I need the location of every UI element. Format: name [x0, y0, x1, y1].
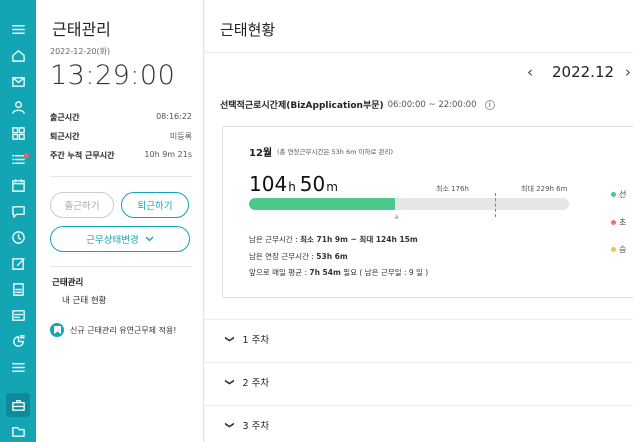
clock-in-time-row: 출근시간 08:16:22: [50, 112, 192, 123]
stat-value: 08:16:22: [156, 112, 192, 121]
minutes-unit: m: [326, 180, 338, 194]
clock-in-button[interactable]: 출근하기: [50, 192, 114, 218]
card-month: 12월: [249, 148, 273, 159]
remaining-label: 남은 근무시간 :: [249, 235, 298, 244]
chat-icon[interactable]: [9, 202, 27, 220]
min-hours-marker: [494, 193, 496, 217]
week-row-2[interactable]: ❯ 2 주차: [205, 362, 633, 400]
icon-rail: [0, 0, 36, 442]
form-icon[interactable]: [9, 306, 27, 324]
notice-text: 신규 근태관리 유연근무제 적용!: [70, 325, 177, 335]
edit-icon[interactable]: [9, 254, 27, 272]
chart-icon[interactable]: [9, 332, 27, 350]
home-icon[interactable]: [9, 46, 27, 64]
min-hours-label: 최소 176h: [436, 185, 469, 193]
card-month-note: (총 연장근무시간은 53h 6m 이하로 관리): [277, 148, 394, 156]
legend-label: 승: [619, 245, 627, 254]
grid-icon[interactable]: [9, 124, 27, 142]
monthly-summary-card: 12월 (총 연장근무시간은 53h 6m 이하로 관리) 104h 50m 최소…: [222, 126, 633, 298]
divider: [205, 52, 633, 53]
week-label: 3 주차: [242, 420, 270, 432]
notification-badge: [24, 153, 29, 158]
daily-value: 7h 54m: [309, 268, 341, 277]
briefcase-icon[interactable]: [6, 393, 30, 417]
work-policy: 선택적근로시간제(BizApplication부문) 06:00:00 ~ 22…: [220, 98, 495, 111]
chevron-down-icon: [145, 236, 154, 242]
max-hours-label: 최대 229h 6m: [521, 185, 568, 193]
info-icon[interactable]: i: [484, 99, 495, 110]
stat-label: 주간 누적 근무시간: [50, 151, 115, 160]
menu-item-my-attendance[interactable]: 내 근태 현황: [62, 294, 107, 306]
current-clock: 13:29:00: [50, 60, 176, 91]
weekly-total-row: 주간 누적 근무시간 10h 9m 21s: [50, 150, 192, 161]
legend-dot: [611, 192, 616, 197]
stat-label: 출근시간: [50, 113, 80, 122]
legend-dot: [611, 220, 616, 225]
worked-hours: 104h 50m: [249, 172, 342, 196]
clock-out-time-row: 퇴근시간 미등록: [50, 131, 192, 142]
stack-icon[interactable]: [9, 358, 27, 376]
remaining-value: 최소 71h 9m ~ 최대 124h 15m: [300, 235, 418, 244]
minutes-value: 50: [299, 172, 326, 196]
progress-track: [249, 198, 569, 210]
mail-icon[interactable]: [9, 72, 27, 90]
week-label: 2 주차: [242, 377, 270, 389]
chevron-down-icon: ❯: [223, 334, 234, 343]
legend-item: 승: [611, 244, 626, 255]
week-row-3[interactable]: ❯ 3 주차: [205, 405, 633, 442]
clock-out-button[interactable]: 퇴근하기: [121, 192, 189, 218]
divider: [50, 176, 192, 177]
status-change-button[interactable]: 근무상태변경: [50, 226, 190, 252]
next-month-button[interactable]: ›: [625, 63, 631, 81]
remaining-hours-line: 남은 근무시간 : 최소 71h 9m ~ 최대 124h 15m: [249, 234, 418, 245]
progress-caret: ▲: [394, 213, 400, 220]
main-content: 근태현황 ‹ 2022.12 › 선택적근로시간제(BizApplication…: [205, 0, 633, 442]
legend-item: 초: [611, 217, 626, 228]
legend-dot: [611, 247, 616, 252]
document-icon[interactable]: [9, 280, 27, 298]
chevron-down-icon: ❯: [223, 377, 234, 386]
status-change-label: 근무상태변경: [86, 235, 139, 246]
hours-value: 104: [249, 172, 288, 196]
stat-value: 10h 9m 21s: [144, 150, 192, 159]
legend-item: 선: [611, 189, 626, 200]
clock-icon[interactable]: [9, 228, 27, 246]
daily-average-line: 앞으로 매일 평균 : 7h 54m 필요 ( 남은 근무일 : 9 일 ): [249, 267, 428, 278]
daily-suffix: 필요 ( 남은 근무일 : 9 일 ): [343, 268, 429, 277]
menu-icon[interactable]: [9, 20, 27, 38]
folder-icon[interactable]: [9, 422, 27, 440]
overtime-value: 53h 6m: [316, 252, 348, 261]
chevron-down-icon: ❯: [223, 420, 234, 429]
legend-label: 초: [619, 218, 627, 227]
progress-fill: [249, 198, 396, 210]
current-date: 2022-12-20(화): [50, 47, 111, 56]
policy-time: 06:00:00 ~ 22:00:00: [387, 99, 477, 110]
daily-prefix: 앞으로 매일 평균 :: [249, 268, 307, 277]
month-label: 2022.12: [552, 63, 615, 81]
overtime-label: 남은 연장 근무시간 :: [249, 252, 314, 261]
page-title: 근태현황: [220, 21, 276, 39]
menu-header: 근태관리: [52, 278, 84, 288]
overtime-line: 남은 연장 근무시간 : 53h 6m: [249, 251, 348, 262]
week-label: 1 주차: [242, 334, 270, 346]
stat-value: 미등록: [169, 132, 192, 141]
calendar-icon[interactable]: [9, 176, 27, 194]
divider: [50, 266, 192, 267]
week-row-1[interactable]: ❯ 1 주차: [205, 319, 633, 357]
attendance-sidebar: 근태관리 2022-12-20(화) 13:29:00 출근시간 08:16:2…: [36, 0, 204, 442]
person-icon[interactable]: [9, 98, 27, 116]
legend-label: 선: [619, 190, 627, 199]
prev-month-button[interactable]: ‹: [527, 63, 533, 81]
stat-label: 퇴근시간: [50, 132, 80, 141]
policy-name: 선택적근로시간제(BizApplication부문): [220, 101, 384, 111]
bookmark-icon: [50, 323, 64, 337]
hours-unit: h: [288, 180, 296, 194]
sidebar-title: 근태관리: [52, 20, 111, 39]
notice-link[interactable]: 신규 근태관리 유연근무제 적용!: [50, 323, 177, 337]
